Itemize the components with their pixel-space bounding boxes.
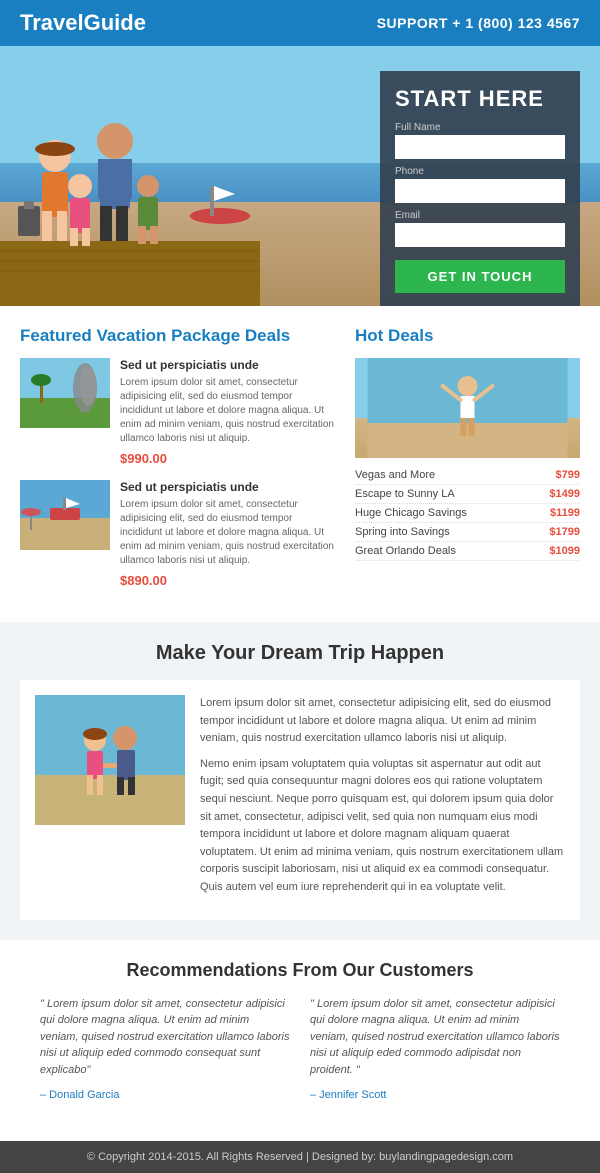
recommendations-section: Recommendations From Our Customers " Lor… (20, 940, 580, 1122)
hot-deal-item: Great Orlando Deals $1099 (355, 542, 580, 561)
hot-deal-label: Spring into Savings (355, 526, 450, 538)
hot-deal-price: $1799 (549, 526, 580, 538)
dream-paragraph-1: Lorem ipsum dolor sit amet, consectetur … (200, 695, 565, 748)
recommendations-row: " Lorem ipsum dolor sit amet, consectetu… (40, 996, 560, 1102)
recommendation-item: " Lorem ipsum dolor sit amet, consectetu… (310, 996, 560, 1102)
recommendation-text: " Lorem ipsum dolor sit amet, consectetu… (40, 996, 290, 1079)
hot-deal-label: Huge Chicago Savings (355, 507, 467, 519)
full-name-label: Full Name (395, 122, 565, 133)
dream-trip-section: Make Your Dream Trip Happen (0, 622, 600, 940)
hot-deal-price: $1199 (550, 507, 580, 519)
hot-deal-label: Great Orlando Deals (355, 545, 456, 557)
deal-price: $890.00 (120, 573, 167, 588)
recommendation-author: – Donald Garcia (40, 1089, 120, 1101)
hot-deals-image (355, 358, 580, 458)
recommendations-title: Recommendations From Our Customers (40, 960, 560, 981)
hot-deals-svg (355, 358, 580, 458)
deal-image-beach (20, 480, 110, 550)
recommendation-text: " Lorem ipsum dolor sit amet, consectetu… (310, 996, 560, 1079)
rock-image (20, 358, 110, 428)
phone-label: Phone (395, 166, 565, 177)
email-label: Email (395, 210, 565, 221)
phone-input[interactable] (395, 179, 565, 203)
form-title: START HERE (395, 86, 565, 112)
hot-deal-item: Huge Chicago Savings $1199 (355, 504, 580, 523)
hot-deals-title: Hot Deals (355, 326, 580, 346)
dream-trip-text: Lorem ipsum dolor sit amet, consectetur … (200, 695, 565, 905)
dream-trip-inner: Lorem ipsum dolor sit amet, consectetur … (20, 680, 580, 920)
hot-deal-item: Spring into Savings $1799 (355, 523, 580, 542)
hot-deal-label: Escape to Sunny LA (355, 488, 455, 500)
hot-deal-item: Escape to Sunny LA $1499 (355, 485, 580, 504)
main-content: Featured Vacation Package Deals (0, 306, 600, 1141)
deals-row: Featured Vacation Package Deals (20, 326, 580, 602)
lead-form: START HERE Full Name Phone Email GET IN … (380, 71, 580, 306)
hot-deal-list: Vegas and More $799 Escape to Sunny LA $… (355, 466, 580, 561)
deal-image-rock (20, 358, 110, 428)
support-number: SUPPORT + 1 (800) 123 4567 (377, 15, 580, 31)
deal-title: Sed ut perspiciatis unde (120, 358, 335, 372)
logo: TravelGuide (20, 10, 146, 36)
full-name-input[interactable] (395, 135, 565, 159)
couple-svg (35, 695, 185, 825)
hot-deal-price: $799 (556, 469, 580, 481)
phone-group: Phone (395, 166, 565, 203)
hero-image (0, 46, 260, 306)
deal-description: Lorem ipsum dolor sit amet, consectetur … (120, 376, 335, 446)
deal-item: Sed ut perspiciatis unde Lorem ipsum dol… (20, 358, 335, 466)
hot-deal-price: $1099 (549, 545, 580, 557)
hot-deal-price: $1499 (549, 488, 580, 500)
full-name-group: Full Name (395, 122, 565, 159)
email-input[interactable] (395, 223, 565, 247)
hero-section: START HERE Full Name Phone Email GET IN … (0, 46, 600, 306)
hot-deals-section: Hot Deals Vegas and More (355, 326, 580, 602)
featured-deals-title: Featured Vacation Package Deals (20, 326, 335, 346)
page-footer: © Copyright 2014-2015. All Rights Reserv… (0, 1141, 600, 1173)
featured-deals-section: Featured Vacation Package Deals (20, 326, 335, 602)
deal-title: Sed ut perspiciatis unde (120, 480, 335, 494)
get-in-touch-button[interactable]: GET IN TOUCH (395, 260, 565, 293)
beach-image (20, 480, 110, 550)
email-group: Email (395, 210, 565, 247)
deal-text: Sed ut perspiciatis unde Lorem ipsum dol… (120, 358, 335, 466)
hot-deal-label: Vegas and More (355, 469, 435, 481)
hot-deal-item: Vegas and More $799 (355, 466, 580, 485)
deal-price: $990.00 (120, 451, 167, 466)
deal-item: Sed ut perspiciatis unde Lorem ipsum dol… (20, 480, 335, 588)
dream-trip-image (35, 695, 185, 825)
page-header: TravelGuide SUPPORT + 1 (800) 123 4567 (0, 0, 600, 46)
dream-paragraph-2: Nemo enim ipsam voluptatem quia voluptas… (200, 756, 565, 897)
dream-trip-title: Make Your Dream Trip Happen (20, 642, 580, 665)
deal-text: Sed ut perspiciatis unde Lorem ipsum dol… (120, 480, 335, 588)
recommendation-author: – Jennifer Scott (310, 1089, 386, 1101)
footer-text: © Copyright 2014-2015. All Rights Reserv… (87, 1151, 513, 1163)
recommendation-item: " Lorem ipsum dolor sit amet, consectetu… (40, 996, 290, 1102)
deal-description: Lorem ipsum dolor sit amet, consectetur … (120, 498, 335, 568)
